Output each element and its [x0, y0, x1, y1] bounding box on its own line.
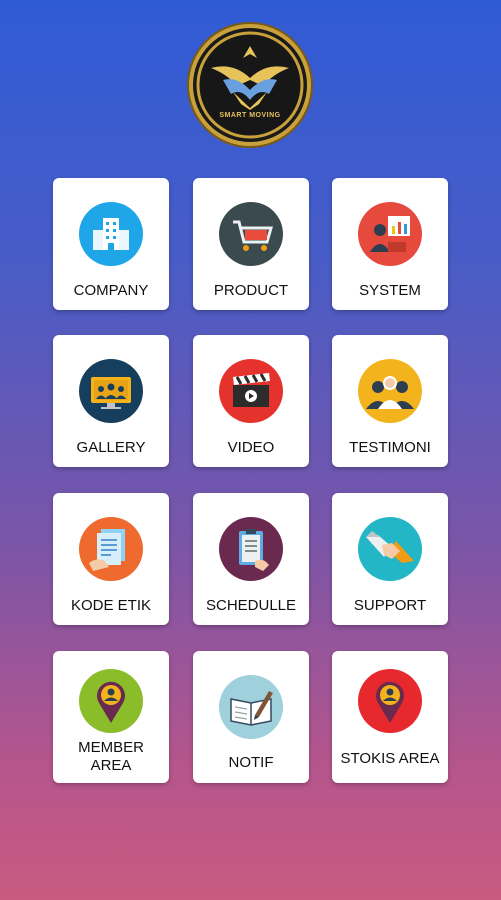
document-icon: [79, 517, 143, 581]
menu-item-member-area[interactable]: MEMBER AREA: [53, 651, 169, 783]
eagle-logo-icon: [196, 31, 304, 139]
app-logo: SMART MOVING: [193, 28, 307, 142]
menu-item-testimoni[interactable]: TESTIMONI: [332, 335, 448, 467]
menu-item-gallery[interactable]: GALLERY: [53, 335, 169, 467]
handshake-icon: [358, 517, 422, 581]
member-pin-icon: [79, 669, 143, 733]
menu-label: TESTIMONI: [349, 439, 431, 456]
menu-item-system[interactable]: SYSTEM: [332, 178, 448, 310]
menu-label: SUPPORT: [353, 597, 427, 614]
stokis-pin-icon: [358, 669, 422, 733]
menu-label: KODE ETIK: [70, 597, 152, 614]
clapperboard-icon: [219, 359, 283, 423]
notebook-pen-icon: [219, 675, 283, 739]
menu-label: MEMBER AREA: [78, 739, 144, 774]
menu-label: PRODUCT: [213, 282, 289, 299]
menu-item-company[interactable]: COMPANY: [53, 178, 169, 310]
menu-label: NOTIF: [228, 754, 274, 771]
menu-item-video[interactable]: VIDEO: [193, 335, 309, 467]
clipboard-icon: [219, 517, 283, 581]
video-conference-icon: [79, 359, 143, 423]
menu-item-notif[interactable]: NOTIF: [193, 651, 309, 783]
shopping-cart-icon: [219, 202, 283, 266]
menu-label: SYSTEM: [359, 282, 421, 299]
menu-label: VIDEO: [227, 439, 275, 456]
menu-item-schedulle[interactable]: SCHEDULLE: [193, 493, 309, 625]
logo-brand-text: SMART MOVING: [219, 112, 281, 119]
people-icon: [358, 359, 422, 423]
menu-label: COMPANY: [73, 282, 149, 299]
menu-label: STOKIS AREA: [340, 750, 440, 767]
menu-label: GALLERY: [76, 439, 146, 456]
presentation-icon: [358, 202, 422, 266]
menu-item-support[interactable]: SUPPORT: [332, 493, 448, 625]
menu-item-kode-etik[interactable]: KODE ETIK: [53, 493, 169, 625]
menu-item-product[interactable]: PRODUCT: [193, 178, 309, 310]
building-icon: [79, 202, 143, 266]
menu-item-stokis-area[interactable]: STOKIS AREA: [332, 651, 448, 783]
menu-label: SCHEDULLE: [205, 597, 297, 614]
